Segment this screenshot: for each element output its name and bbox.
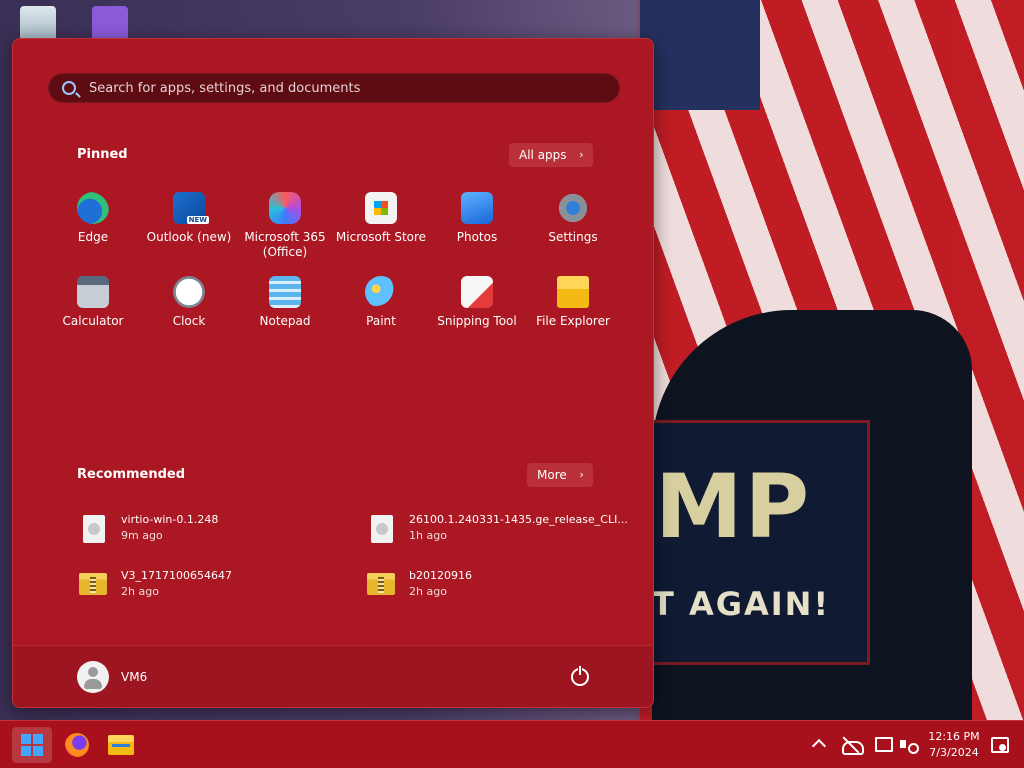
chevron-right-icon: › (579, 468, 584, 481)
recommended-item-time: 1h ago (409, 529, 447, 542)
pinned-app-snipping-tool[interactable]: Snipping Tool (429, 271, 525, 351)
pinned-app-outlook[interactable]: Outlook (new) (141, 187, 237, 267)
clock-icon (173, 276, 205, 308)
recommended-item[interactable]: virtio-win-0.1.248 9m ago (77, 513, 357, 553)
recommended-item-name: virtio-win-0.1.248 (121, 513, 219, 526)
search-box[interactable] (48, 73, 620, 103)
pinned-app-paint[interactable]: Paint (333, 271, 429, 351)
app-label: Photos (456, 230, 498, 244)
pinned-app-photos[interactable]: Photos (429, 187, 525, 267)
app-label: Notepad (259, 314, 311, 328)
visual-studio-icon[interactable] (92, 6, 128, 42)
app-label: Microsoft Store (335, 230, 427, 244)
pinned-app-file-explorer[interactable]: File Explorer (525, 271, 621, 351)
recommended-item[interactable]: V3_1717100654647 2h ago (77, 569, 357, 609)
clock-time: 12:16 PM (928, 730, 980, 743)
notepad-icon (269, 276, 301, 308)
pinned-app-edge[interactable]: Edge (45, 187, 141, 267)
microsoft-365-icon (269, 192, 301, 224)
recommended-item-name: 26100.1.240331-1435.ge_release_CLI... (409, 513, 628, 526)
recommended-item[interactable]: 26100.1.240331-1435.ge_release_CLI... 1h… (365, 513, 645, 553)
app-label: Outlook (new) (146, 230, 232, 244)
user-name: VM6 (121, 670, 148, 684)
more-button[interactable]: More › (527, 463, 593, 487)
app-label: Clock (172, 314, 206, 328)
avatar (77, 661, 109, 693)
start-menu: Pinned All apps › Edge Outlook (new) Mic… (12, 38, 654, 708)
zip-folder-icon (367, 573, 395, 595)
chevron-up-icon[interactable] (810, 735, 828, 753)
app-label: Edge (77, 230, 109, 244)
app-label: File Explorer (536, 314, 610, 328)
recommended-item-time: 2h ago (121, 585, 159, 598)
flag-stars (640, 0, 760, 110)
firefox-icon (65, 733, 89, 757)
recommended-item[interactable]: b20120916 2h ago (365, 569, 645, 609)
disc-image-icon (371, 515, 393, 543)
file-explorer-icon (557, 276, 589, 308)
zip-folder-icon (79, 573, 107, 595)
edge-icon (77, 192, 109, 224)
taskbar: 12:16 PM 7/3/2024 (0, 720, 1024, 768)
calculator-icon (77, 276, 109, 308)
search-input[interactable] (89, 78, 609, 98)
outlook-icon (173, 192, 209, 224)
more-label: More (537, 468, 567, 482)
snipping-tool-icon (461, 276, 493, 308)
all-apps-label: All apps (519, 148, 567, 162)
all-apps-button[interactable]: All apps › (509, 143, 593, 167)
search-icon (62, 81, 76, 95)
pinned-app-notepad[interactable]: Notepad (237, 271, 333, 351)
paint-icon (365, 276, 397, 308)
file-explorer-icon (108, 735, 134, 755)
chevron-right-icon: › (579, 148, 584, 161)
disc-image-icon (83, 515, 105, 543)
network-icon[interactable] (874, 735, 893, 753)
pinned-app-calculator[interactable]: Calculator (45, 271, 141, 351)
taskbar-file-explorer-button[interactable] (100, 727, 140, 763)
speaker-icon[interactable] (898, 735, 919, 754)
pinned-app-settings[interactable]: Settings (525, 187, 621, 267)
start-menu-footer: VM6 (13, 645, 653, 707)
settings-icon (557, 192, 589, 224)
pinned-app-microsoft-365[interactable]: Microsoft 365 (Office) (237, 187, 333, 267)
clock-date: 7/3/2024 (929, 746, 979, 759)
recommended-item-time: 2h ago (409, 585, 447, 598)
recommended-item-time: 9m ago (121, 529, 163, 542)
taskbar-firefox-button[interactable] (56, 727, 96, 763)
power-icon[interactable] (571, 665, 589, 686)
store-icon (365, 192, 397, 224)
start-button[interactable] (12, 727, 52, 763)
app-label: Microsoft 365 (Office) (244, 230, 326, 259)
notification-icon[interactable] (990, 735, 1009, 753)
recommended-item-name: V3_1717100654647 (121, 569, 233, 582)
recommended-title: Recommended (77, 467, 186, 482)
photos-icon (461, 192, 493, 224)
recommended-item-name: b20120916 (409, 569, 472, 582)
pinned-app-store[interactable]: Microsoft Store (333, 187, 429, 267)
wallpaper-sign-text-large: MP (655, 455, 812, 558)
recycle-bin-icon[interactable] (20, 6, 56, 42)
app-label: Snipping Tool (437, 314, 517, 328)
windows-logo-icon (21, 734, 43, 756)
app-label: Calculator (62, 314, 124, 328)
app-label: Settings (548, 230, 598, 244)
wallpaper-sign-text-small: T AGAIN! (652, 585, 831, 623)
app-label: Paint (366, 314, 396, 328)
cloud-off-icon[interactable] (842, 735, 864, 755)
pinned-title: Pinned (77, 147, 128, 162)
pinned-app-clock[interactable]: Clock (141, 271, 237, 351)
